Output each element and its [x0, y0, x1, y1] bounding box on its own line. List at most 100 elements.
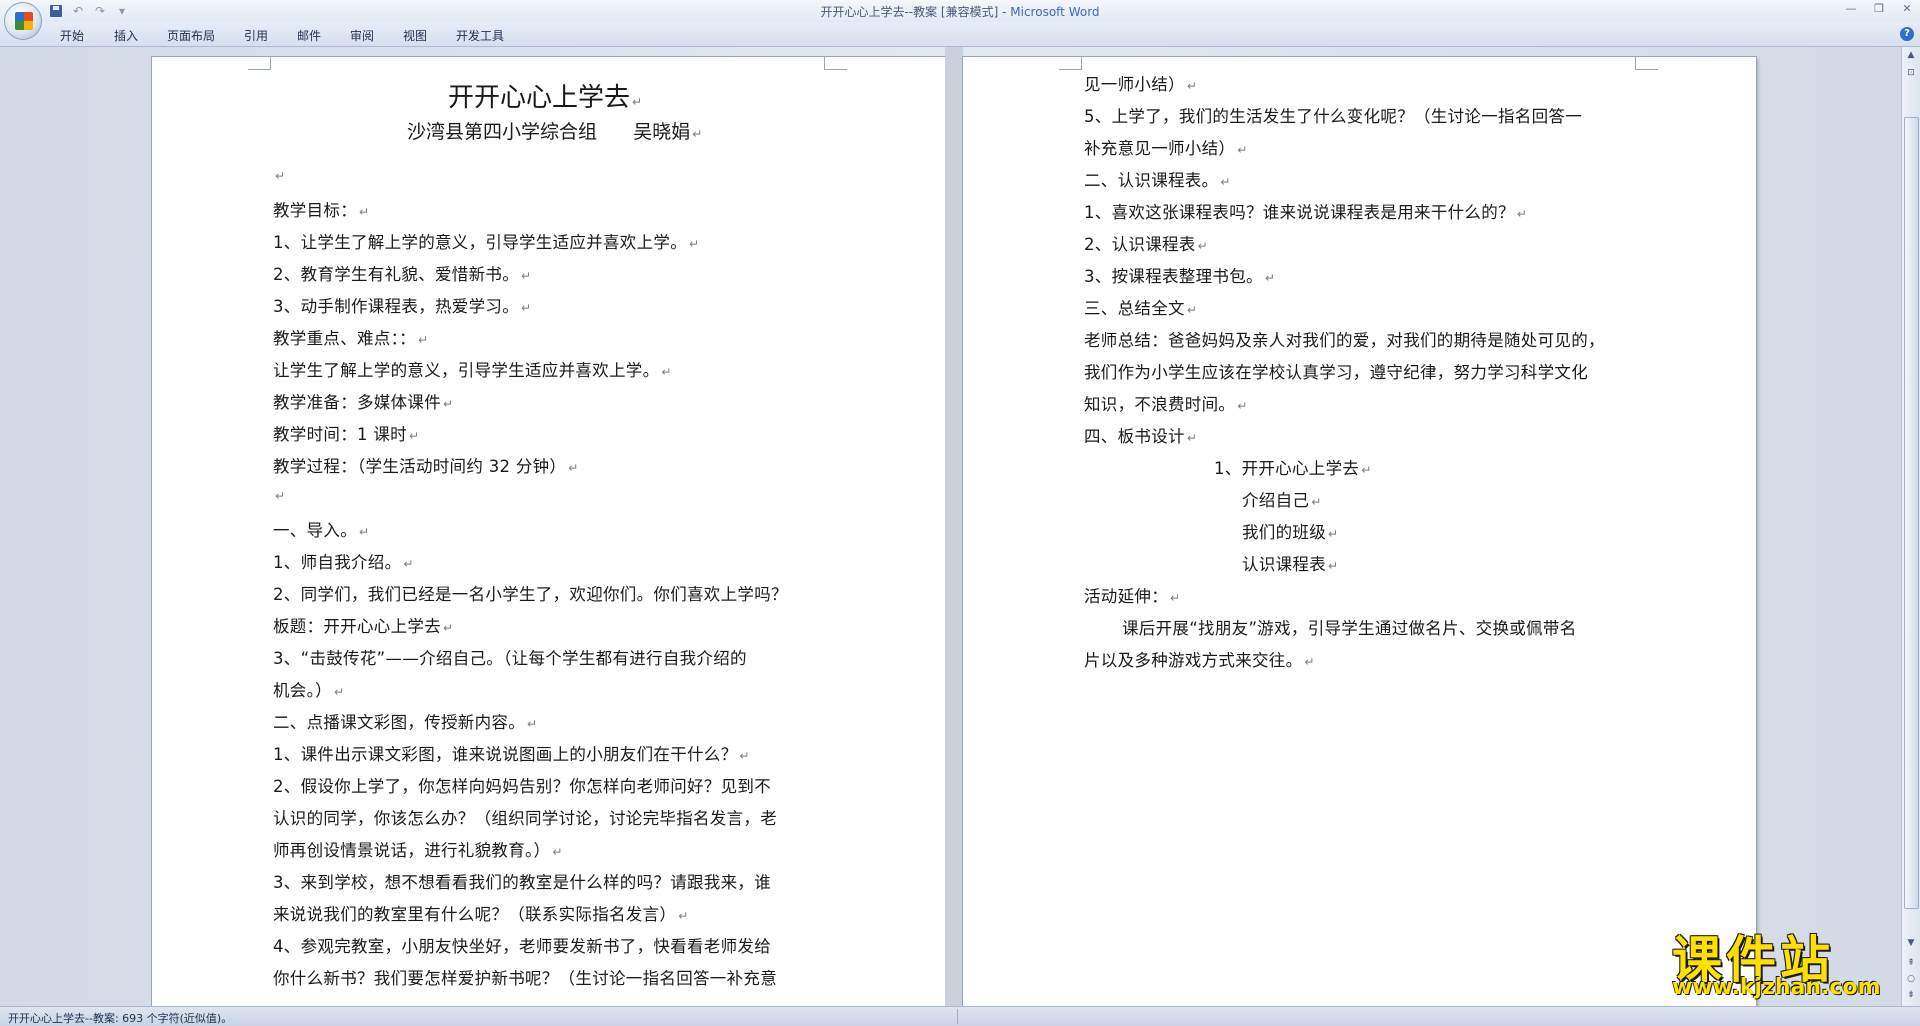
paragraph-mark-icon: ↵ — [408, 429, 420, 443]
tab-home[interactable]: 开始 — [60, 27, 84, 44]
document-line: 一、导入。 ↵ — [273, 517, 369, 541]
tab-view[interactable]: 视图 — [403, 27, 427, 44]
watermark-url: www.kjzhan.com — [1672, 975, 1881, 1000]
document-line-text: 1、开开心心上学去 — [1214, 459, 1360, 478]
document-line: 见一师小结） ↵ — [1084, 71, 1197, 95]
document-line: ↵ — [273, 165, 285, 184]
document-line: 老师总结：爸爸妈妈及亲人对我们的爱，对我们的期待是随处可见的， — [1084, 327, 1605, 351]
paragraph-mark-icon: ↵ — [632, 95, 643, 109]
document-line: 来说说我们的教室里有什么呢？（联系实际指名发言） ↵ — [273, 901, 689, 925]
tab-review[interactable]: 审阅 — [350, 27, 374, 44]
document-line-text: 你什么新书？我们要怎样爱护新书呢？（生讨论一指名回答一补充意 — [273, 969, 777, 988]
tab-mailings[interactable]: 邮件 — [297, 27, 321, 44]
document-line-text: 三、总结全文 — [1084, 299, 1185, 318]
paragraph-mark-icon: ↵ — [678, 909, 689, 923]
office-button[interactable] — [4, 2, 42, 40]
document-line-text: 教学重点、难点：： — [273, 329, 416, 348]
paragraph-mark-icon: ↵ — [1264, 271, 1276, 285]
document-line: 教学时间：1 课时 ↵ — [273, 421, 419, 445]
document-title: 开开心心上学去 ↵ — [448, 77, 642, 114]
document-line: 让学生了解上学的意义，引导学生适应并喜欢上学。 ↵ — [273, 357, 672, 381]
document-line-text: 4、参观完教室，小朋友快坐好，老师要发新书了，快看看老师发给 — [273, 937, 771, 956]
paragraph-mark-icon: ↵ — [739, 749, 750, 763]
document-line-text: 介绍自己 — [1242, 491, 1310, 510]
close-button[interactable]: ✕ — [1900, 2, 1914, 16]
document-line-text: 机会。） — [273, 681, 332, 700]
document-line-text: 一、导入。 — [273, 521, 357, 540]
tab-references[interactable]: 引用 — [244, 27, 268, 44]
document-line: 3、按课程表整理书包。 ↵ — [1084, 263, 1275, 287]
document-line: 板题：开开心心上学去 ↵ — [273, 613, 453, 637]
paragraph-mark-icon: ↵ — [1197, 239, 1208, 253]
document-line-text: 2、认识课程表 — [1084, 235, 1196, 254]
paragraph-mark-icon: ↵ — [403, 557, 414, 571]
paragraph-mark-icon: ↵ — [275, 489, 286, 503]
document-line-text: 2、假设你上学了，你怎样向妈妈告别？你怎样向老师问好？见到不 — [273, 777, 771, 796]
next-page-icon[interactable]: ⇟ — [1905, 989, 1917, 1001]
ruler-toggle-icon[interactable]: ⊡ — [1905, 67, 1917, 79]
status-divider — [957, 1009, 958, 1024]
document-line-text: 我们作为小学生应该在学校认真学习，遵守纪律，努力学习科学文化 — [1084, 363, 1588, 382]
status-word-count[interactable]: 开开心心上学去--教案: 693 个字符(近似值)。 — [8, 1010, 232, 1026]
document-line: 4、参观完教室，小朋友快坐好，老师要发新书了，快看看老师发给 — [273, 933, 771, 957]
paragraph-mark-icon: ↵ — [689, 237, 700, 251]
document-line-text: 师再创设情景说话，进行礼貌教育。） — [273, 841, 551, 860]
scroll-thumb[interactable] — [1904, 117, 1919, 909]
document-line-text: 2、教育学生有礼貌、爱惜新书。 — [273, 265, 519, 284]
document-line-text: 1、喜欢这张课程表吗？谁来说说课程表是用来干什么的？ — [1084, 203, 1515, 222]
scroll-down-icon[interactable]: ▼ — [1905, 937, 1917, 949]
document-line-text: 3、动手制作课程表，热爱学习。 — [273, 297, 519, 316]
document-line: 1、开开心心上学去 ↵ — [1214, 455, 1372, 479]
tab-insert[interactable]: 插入 — [114, 27, 138, 44]
document-line: 1、师自我介绍。 ↵ — [273, 549, 414, 573]
paragraph-mark-icon: ↵ — [443, 621, 454, 635]
paragraph-mark-icon: ↵ — [692, 127, 703, 141]
status-bar: 开开心心上学去--教案: 693 个字符(近似值)。 — [0, 1006, 1920, 1026]
document-line-text: 四、板书设计 — [1084, 427, 1185, 446]
paragraph-mark-icon: ↵ — [1304, 655, 1315, 669]
document-line-text: 板题：开开心心上学去 — [273, 617, 441, 636]
document-line: 二、认识课程表。 ↵ — [1084, 167, 1231, 191]
document-line: ↵ — [273, 485, 285, 504]
document-line-text: 二、认识课程表。 — [1084, 171, 1219, 190]
paragraph-mark-icon: ↵ — [1328, 559, 1339, 573]
document-line: 你什么新书？我们要怎样爱护新书呢？（生讨论一指名回答一补充意 — [273, 965, 777, 989]
document-line-text: 1、课件出示课文彩图，谁来说说图画上的小朋友们在干什么？ — [273, 745, 738, 764]
document-line-text: 教学目标： — [273, 201, 357, 220]
window-title: 开开心心上学去--教案 [兼容模式] - Microsoft Word — [0, 3, 1920, 20]
vertical-scrollbar[interactable]: ▲ ⊡ ▼ ⇞ ○ ⇟ — [1901, 47, 1920, 1006]
document-line: 机会。） ↵ — [273, 677, 344, 701]
page-gap — [945, 47, 963, 1006]
document-line: 四、板书设计 ↵ — [1084, 423, 1197, 447]
document-line: 教学目标： ↵ — [273, 197, 369, 221]
page-right[interactable]: 见一师小结） ↵ 5、上学了，我们的生活发生了什么变化呢？（生讨论一指名回答一 补充意… — [963, 57, 1756, 1017]
minimize-button[interactable]: — — [1844, 2, 1858, 16]
previous-page-icon[interactable]: ⇞ — [1905, 957, 1917, 969]
help-icon[interactable]: ? — [1900, 27, 1914, 41]
document-line-text: 二、点播课文彩图，传授新内容。 — [273, 713, 525, 732]
tab-page-layout[interactable]: 页面布局 — [167, 27, 215, 44]
paragraph-mark-icon: ↵ — [443, 397, 454, 411]
tab-developer[interactable]: 开发工具 — [456, 27, 504, 44]
document-line: 片以及多种游戏方式来交往。 ↵ — [1084, 647, 1315, 671]
document-subtitle-text: 沙湾县第四小学综合组 吴晓娟 — [407, 121, 691, 143]
restore-button[interactable]: ❐ — [1872, 2, 1886, 16]
document-line: 师再创设情景说话，进行礼貌教育。） ↵ — [273, 837, 563, 861]
document-line-text: 教学准备：多媒体课件 — [273, 393, 441, 412]
document-line-text: 认识课程表 — [1242, 555, 1326, 574]
page-corner-mark — [824, 57, 847, 70]
select-browse-object-icon[interactable]: ○ — [1905, 973, 1917, 985]
paragraph-mark-icon: ↵ — [1237, 399, 1248, 413]
window-title-app: Microsoft Word — [1010, 5, 1100, 19]
paragraph-mark-icon: ↵ — [1186, 79, 1198, 93]
document-line: 5、上学了，我们的生活发生了什么变化呢？（生讨论一指名回答一 — [1084, 103, 1582, 127]
document-line: 教学重点、难点：： ↵ — [273, 325, 428, 349]
title-bar: ↶ ↷ ▾ 开开心心上学去--教案 [兼容模式] - Microsoft Wor… — [0, 0, 1920, 22]
paragraph-mark-icon: ↵ — [333, 685, 345, 699]
document-line-text: 我们的班级 — [1242, 523, 1326, 542]
document-line-text: 教学时间：1 课时 — [273, 425, 407, 444]
document-line: 我们的班级 ↵ — [1242, 519, 1338, 543]
page-left[interactable]: 开开心心上学去 ↵ 沙湾县第四小学综合组 吴晓娟 ↵ ↵ 教学目标： ↵ 1、让学生了解上… — [152, 57, 945, 1017]
scroll-up-icon[interactable]: ▲ — [1905, 49, 1917, 61]
paragraph-mark-icon: ↵ — [1361, 463, 1372, 477]
